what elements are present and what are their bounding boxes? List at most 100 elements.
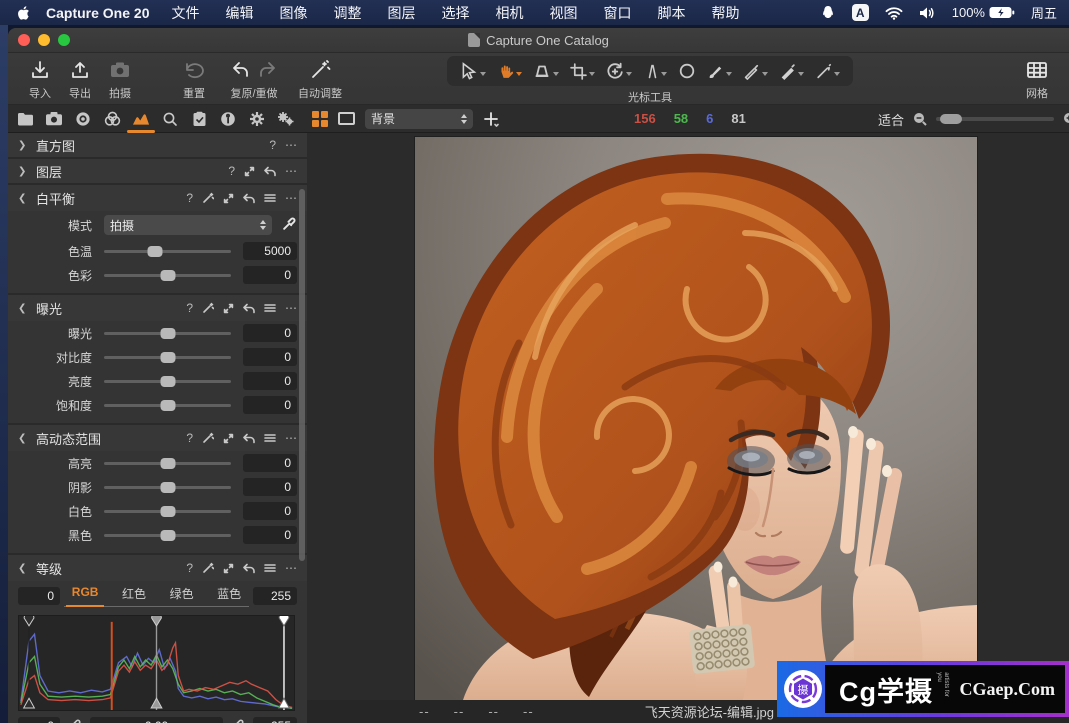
menu-scripts[interactable]: 脚本	[657, 3, 685, 23]
background-select[interactable]: 背景	[365, 109, 473, 129]
qq-icon[interactable]	[820, 5, 836, 21]
auto-adjust-icon[interactable]	[202, 562, 214, 574]
auto-adjust-icon[interactable]	[202, 192, 214, 204]
levels-histogram[interactable]	[18, 615, 297, 711]
menu-file[interactable]: 文件	[171, 3, 199, 23]
undo-redo-button[interactable]: 复原/重做	[220, 58, 288, 101]
histogram-panel-header[interactable]: ❯ 直方图 ? ⋯	[8, 133, 307, 159]
select-tool[interactable]	[460, 62, 486, 80]
tab-library[interactable]	[16, 109, 34, 129]
gradient-mask-tool[interactable]	[779, 63, 804, 80]
whites-slider[interactable]	[104, 510, 231, 513]
tab-settings[interactable]	[248, 109, 266, 129]
reset-button[interactable]: 重置	[168, 58, 220, 101]
contrast-value[interactable]: 0	[243, 348, 297, 366]
channel-tab-green[interactable]: 绿色	[168, 585, 196, 602]
channel-tab-blue[interactable]: 蓝色	[215, 585, 243, 602]
shadow-picker-icon[interactable]	[68, 718, 82, 723]
menu-select[interactable]: 选择	[441, 3, 469, 23]
temp-value[interactable]: 5000	[243, 242, 297, 260]
tab-metadata[interactable]	[219, 109, 237, 129]
menu-edit[interactable]: 编辑	[225, 3, 253, 23]
zoom-fit-select[interactable]: 适合	[878, 110, 904, 129]
auto-adjust-icon[interactable]	[202, 432, 214, 444]
presets-icon[interactable]	[264, 193, 276, 203]
more-icon[interactable]: ⋯	[285, 302, 297, 314]
grid-view-icon[interactable]	[312, 111, 328, 127]
zoom-slider[interactable]	[936, 117, 1054, 121]
annotation-tool[interactable]	[815, 63, 840, 80]
draw-mask-tool[interactable]	[707, 63, 732, 80]
menu-adjustments[interactable]: 调整	[333, 3, 361, 23]
menu-image[interactable]: 图像	[279, 3, 307, 23]
more-icon[interactable]: ⋯	[285, 192, 297, 204]
highlight-picker-icon[interactable]	[231, 718, 245, 723]
channel-tab-red[interactable]: 红色	[120, 585, 148, 602]
reset-icon[interactable]	[264, 166, 276, 177]
levels-shadow-value[interactable]: 0	[18, 717, 60, 723]
zoom-slider-handle[interactable]	[940, 114, 962, 124]
saturation-slider[interactable]	[104, 404, 231, 407]
image-viewer[interactable]: -- -- -- -- 飞天资源论坛-编辑.jpg 摄 Cg学摄	[307, 133, 1069, 723]
brightness-slider[interactable]	[104, 380, 231, 383]
menu-window[interactable]: 窗口	[603, 3, 631, 23]
more-icon[interactable]: ⋯	[285, 562, 297, 574]
levels-max-value[interactable]: 255	[253, 587, 297, 605]
reset-icon[interactable]	[243, 303, 255, 314]
menu-layer[interactable]: 图层	[387, 3, 415, 23]
expand-icon[interactable]	[223, 303, 234, 314]
levels-min-value[interactable]: 0	[18, 587, 60, 605]
pan-tool[interactable]	[497, 63, 522, 80]
tab-capture[interactable]	[45, 109, 63, 129]
zoom-in-icon[interactable]	[1062, 111, 1069, 127]
exposure-header[interactable]: ❮ 曝光 ? ⋯	[8, 295, 307, 321]
apple-icon[interactable]	[16, 5, 32, 21]
expand-icon[interactable]	[244, 166, 255, 177]
shadow-slider[interactable]	[104, 486, 231, 489]
tab-color[interactable]	[103, 109, 121, 129]
blacks-value[interactable]: 0	[243, 526, 297, 544]
help-icon[interactable]: ?	[186, 432, 193, 444]
wb-picker-icon[interactable]	[282, 216, 297, 234]
undo-icon[interactable]	[232, 61, 250, 79]
photo-preview[interactable]	[415, 137, 977, 700]
presets-icon[interactable]	[264, 433, 276, 443]
capture-button[interactable]: 拍摄	[94, 58, 146, 101]
shadow-value[interactable]: 0	[243, 478, 297, 496]
zoom-out-icon[interactable]	[912, 111, 928, 127]
tab-lens[interactable]	[74, 109, 92, 129]
menu-camera[interactable]: 相机	[495, 3, 523, 23]
more-icon[interactable]: ⋯	[285, 432, 297, 444]
channel-tab-rgb[interactable]: RGB	[70, 585, 101, 602]
minimize-button[interactable]	[38, 34, 50, 46]
auto-adjust-icon[interactable]	[202, 302, 214, 314]
menubar-app-name[interactable]: Capture One 20	[46, 5, 149, 21]
auto-adjust-button[interactable]: 自动调整	[290, 58, 350, 101]
more-icon[interactable]: ⋯	[285, 165, 297, 177]
levels-header[interactable]: ❮ 等级 ? ⋯	[8, 555, 307, 581]
blacks-slider[interactable]	[104, 534, 231, 537]
straighten-tool[interactable]	[643, 63, 667, 80]
presets-icon[interactable]	[264, 563, 276, 573]
battery-indicator[interactable]: 100%	[952, 5, 1015, 20]
rotate-tool[interactable]	[606, 62, 632, 80]
highlight-slider[interactable]	[104, 462, 231, 465]
clipped-toolbar-button[interactable]	[1056, 58, 1069, 97]
volume-icon[interactable]	[919, 6, 936, 20]
tab-exposure[interactable]	[132, 109, 150, 129]
loupe-tool[interactable]	[533, 62, 559, 80]
spot-removal-tool[interactable]	[678, 62, 696, 80]
help-icon[interactable]: ?	[269, 139, 276, 151]
menubar-clock[interactable]: 周五	[1031, 3, 1057, 22]
reset-icon[interactable]	[243, 433, 255, 444]
tint-slider-handle[interactable]	[160, 270, 175, 281]
tab-details[interactable]	[161, 109, 179, 129]
wb-mode-select[interactable]: 拍摄	[104, 215, 272, 235]
input-method-icon[interactable]: A	[852, 4, 869, 21]
temp-slider[interactable]	[104, 250, 231, 253]
help-icon[interactable]: ?	[186, 562, 193, 574]
hdr-header[interactable]: ❮ 高动态范围 ? ⋯	[8, 425, 307, 451]
tint-slider[interactable]	[104, 274, 231, 277]
exposure-value[interactable]: 0	[243, 324, 297, 342]
levels-mid-value[interactable]: 0.00	[90, 717, 223, 723]
